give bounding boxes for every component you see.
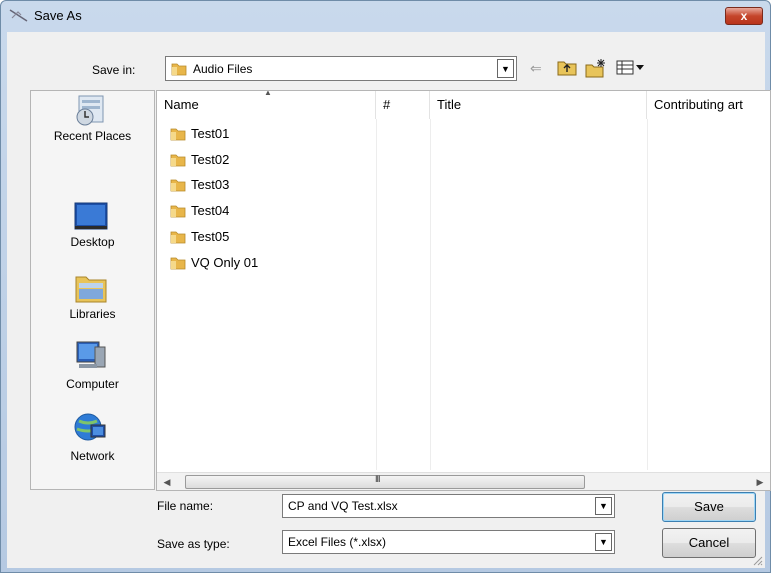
column-divider bbox=[647, 119, 648, 470]
place-recent-places[interactable]: Recent Places bbox=[31, 91, 154, 159]
column-header-title[interactable]: Title bbox=[430, 91, 647, 119]
scroll-right-icon[interactable]: ▶ bbox=[752, 475, 768, 489]
column-divider bbox=[376, 119, 377, 470]
file-name: Test02 bbox=[191, 152, 230, 167]
file-name-input[interactable]: CP and VQ Test.xlsx ▼ bbox=[282, 494, 615, 518]
file-list[interactable]: ▲ Name # Title Contributing art Test01 T… bbox=[156, 90, 771, 491]
chevron-down-icon[interactable]: ▼ bbox=[497, 59, 514, 78]
place-computer[interactable]: Computer bbox=[31, 341, 154, 409]
save-as-dialog: Save As x Save in: Audio Files ▼ ⇐ Recen… bbox=[0, 0, 771, 573]
up-folder-icon[interactable] bbox=[557, 58, 577, 76]
folder-icon bbox=[171, 63, 187, 76]
chevron-down-icon[interactable]: ▼ bbox=[595, 497, 612, 515]
folder-icon bbox=[170, 205, 186, 218]
places-bar: Recent Places Desktop Libraries Computer… bbox=[30, 90, 155, 490]
folder-icon bbox=[170, 231, 186, 244]
save-in-dropdown[interactable]: Audio Files ▼ bbox=[165, 56, 517, 81]
desktop-icon bbox=[74, 202, 108, 230]
place-label: Libraries bbox=[69, 307, 116, 321]
recent-places-icon bbox=[76, 95, 104, 126]
column-header-number[interactable]: # bbox=[376, 91, 430, 119]
save-in-value: Audio Files bbox=[193, 62, 253, 76]
folder-icon bbox=[170, 128, 186, 141]
chevron-down-icon[interactable]: ▼ bbox=[595, 533, 612, 551]
network-icon bbox=[74, 413, 106, 441]
folder-icon bbox=[170, 154, 186, 167]
column-divider bbox=[430, 119, 431, 470]
place-desktop[interactable]: Desktop bbox=[31, 202, 154, 271]
file-name: Test03 bbox=[191, 177, 230, 192]
folder-icon bbox=[170, 257, 186, 270]
scrollbar-thumb[interactable]: III bbox=[185, 474, 585, 489]
file-name-label: File name: bbox=[157, 499, 214, 513]
folder-icon bbox=[170, 179, 186, 192]
computer-icon bbox=[76, 341, 106, 368]
libraries-icon bbox=[75, 276, 107, 303]
save-button[interactable]: Save bbox=[662, 492, 756, 522]
place-network[interactable]: Network bbox=[31, 413, 154, 481]
file-name: VQ Only 01 bbox=[191, 255, 259, 270]
place-libraries[interactable]: Libraries bbox=[31, 273, 154, 341]
place-label: Desktop bbox=[70, 235, 115, 249]
file-name: Test04 bbox=[191, 203, 230, 218]
scrollbar-grip: III bbox=[375, 474, 380, 484]
column-header-contributing-artists[interactable]: Contributing art bbox=[647, 91, 770, 119]
dialog-body: Save in: Audio Files ▼ ⇐ Recent Places D… bbox=[7, 32, 771, 568]
scroll-left-icon[interactable]: ◀ bbox=[159, 475, 175, 489]
place-label: Network bbox=[70, 449, 115, 463]
place-label: Computer bbox=[66, 377, 119, 391]
column-header-name[interactable]: ▲ Name bbox=[157, 91, 376, 119]
view-menu-icon[interactable] bbox=[616, 60, 644, 76]
file-name: Test01 bbox=[191, 126, 230, 141]
resize-grip-icon[interactable] bbox=[751, 554, 763, 566]
new-folder-icon[interactable] bbox=[585, 58, 607, 78]
file-name: Test05 bbox=[191, 229, 230, 244]
cancel-button[interactable]: Cancel bbox=[662, 528, 756, 558]
file-name-value: CP and VQ Test.xlsx bbox=[288, 499, 398, 513]
save-as-type-value: Excel Files (*.xlsx) bbox=[288, 535, 387, 549]
place-label: Recent Places bbox=[53, 129, 132, 143]
save-as-type-label: Save as type: bbox=[157, 537, 230, 551]
save-as-icon bbox=[9, 9, 28, 22]
title-bar[interactable]: Save As x bbox=[1, 1, 770, 31]
close-button[interactable]: x bbox=[725, 7, 763, 25]
back-arrow-icon[interactable]: ⇐ bbox=[530, 60, 542, 77]
save-as-type-dropdown[interactable]: Excel Files (*.xlsx) ▼ bbox=[282, 530, 615, 554]
dialog-title: Save As bbox=[34, 8, 82, 23]
horizontal-scrollbar[interactable]: ◀ III ▶ bbox=[157, 472, 770, 490]
save-in-label: Save in: bbox=[92, 63, 136, 77]
sort-ascending-icon: ▲ bbox=[264, 91, 272, 97]
